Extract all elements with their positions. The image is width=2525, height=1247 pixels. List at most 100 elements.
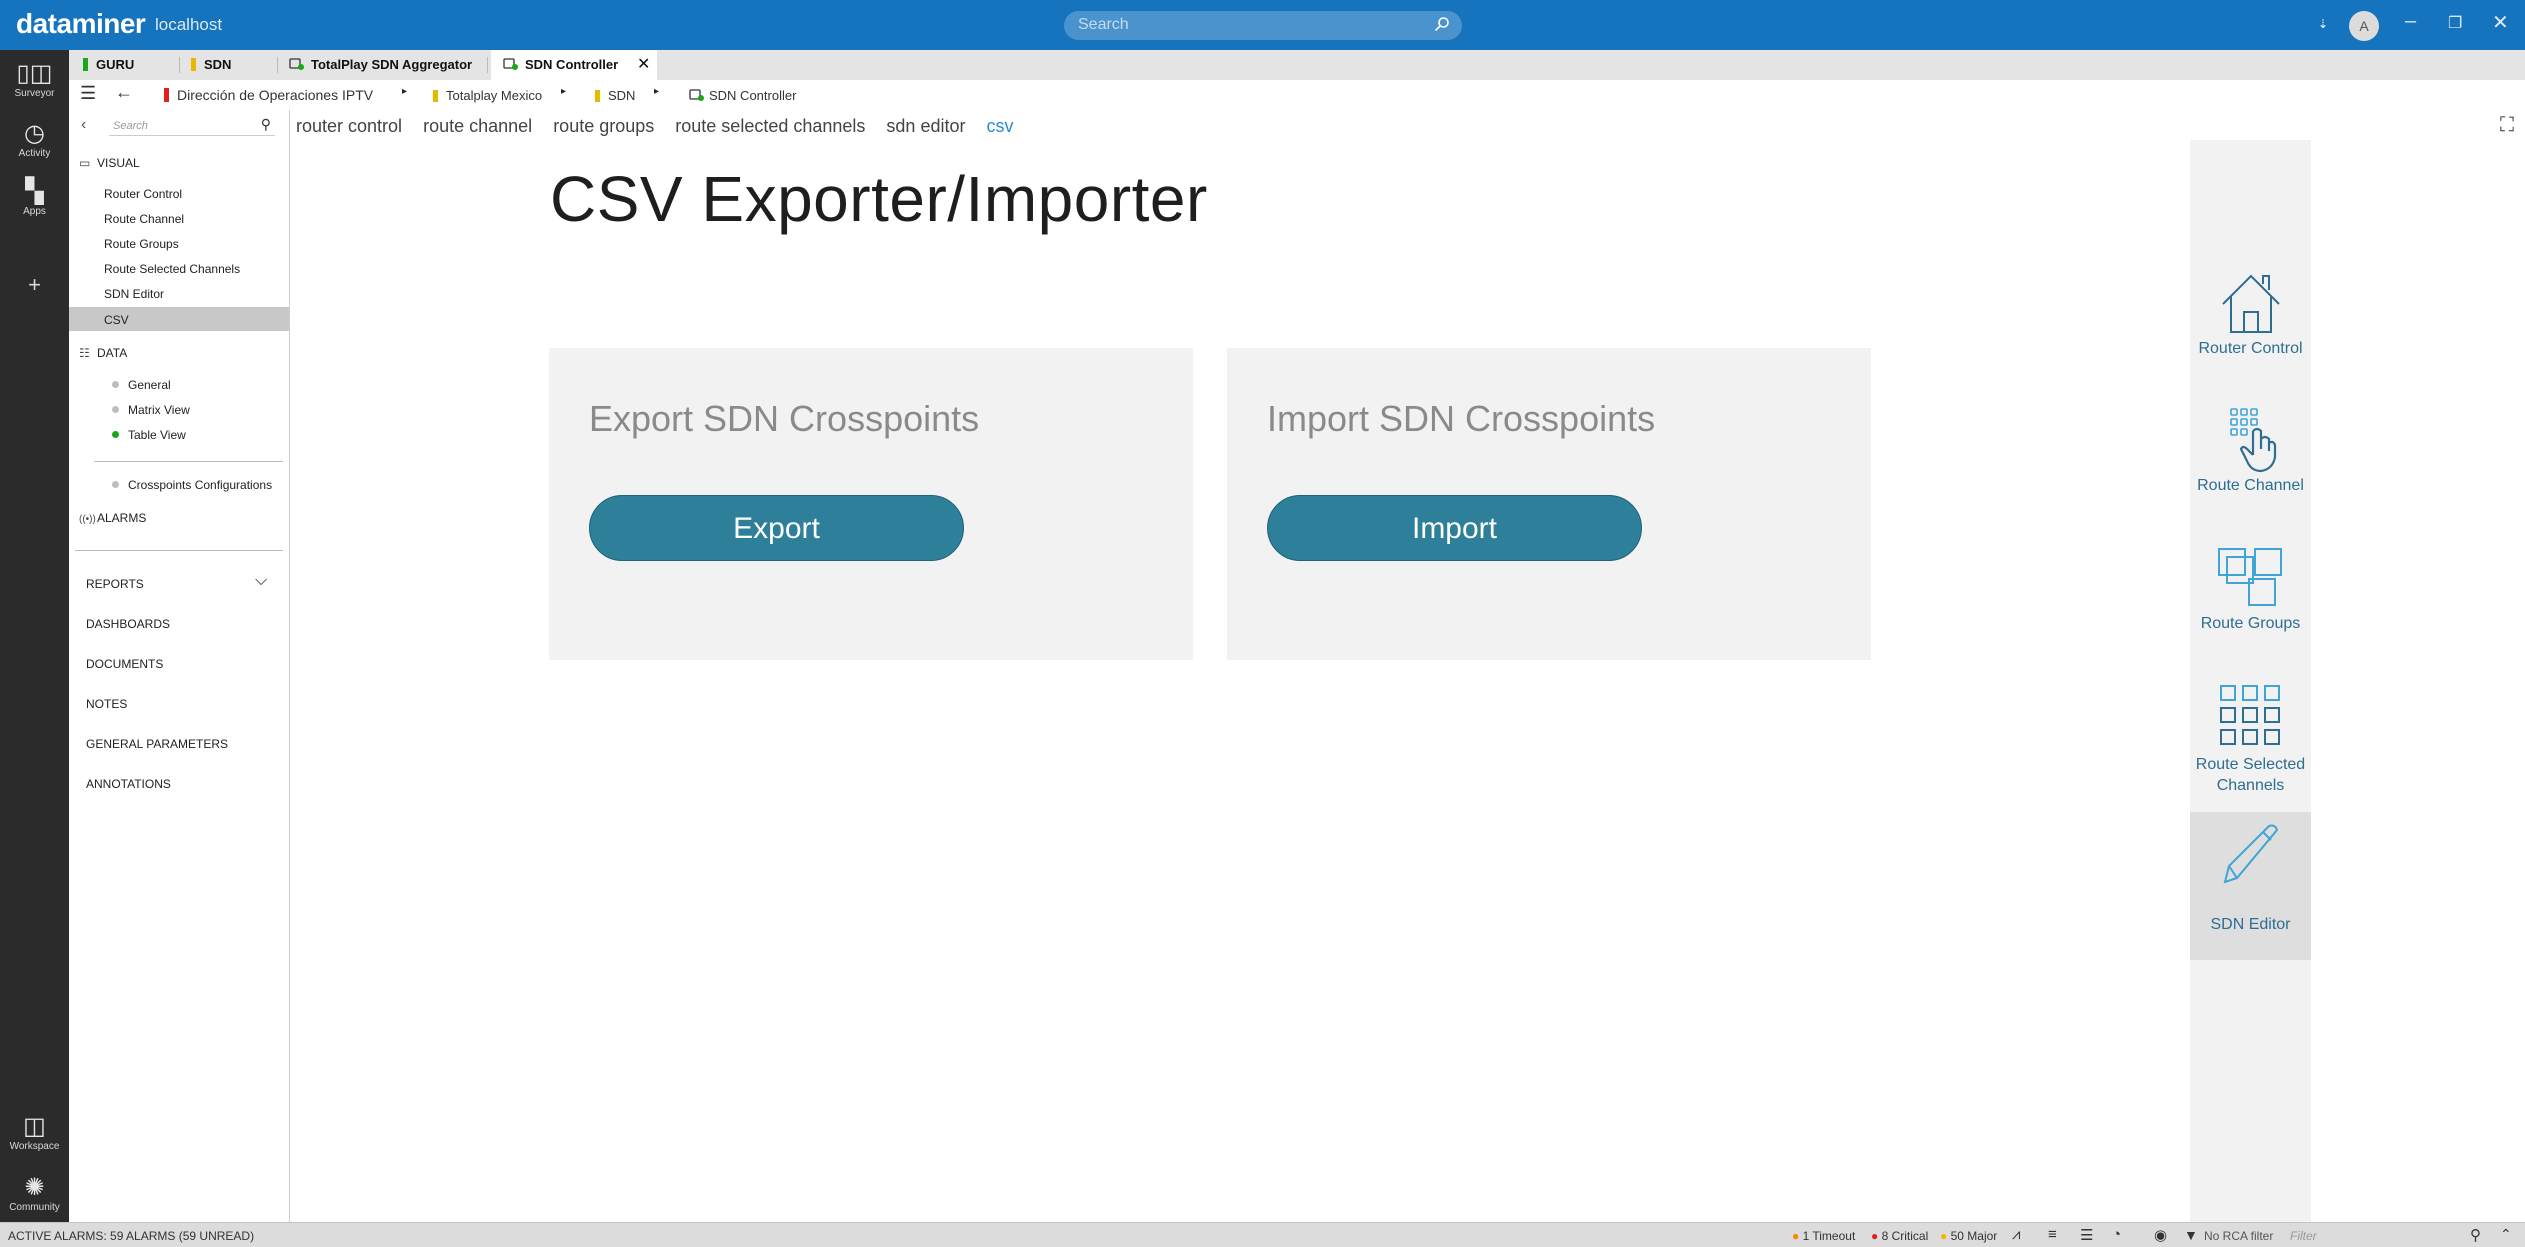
sidebar-category-general-parameters[interactable]: GENERAL PARAMETERS bbox=[86, 737, 228, 751]
tab-sdn-controller[interactable]: SDN Controller ✕ bbox=[491, 50, 657, 80]
sidebar-item-route-groups[interactable]: Route Groups bbox=[104, 237, 179, 251]
grid-icon bbox=[2219, 685, 2280, 745]
rightnav-sdn-editor[interactable]: SDN Editor bbox=[2190, 812, 2311, 960]
nav-link-route-groups[interactable]: route groups bbox=[553, 116, 654, 136]
activity-nav[interactable]: ◷ Activity bbox=[0, 120, 69, 159]
sidebar-category-dashboards[interactable]: DASHBOARDS bbox=[86, 617, 170, 631]
rightnav-route-selected-channels[interactable]: Route Selected Channels bbox=[2190, 680, 2311, 810]
surveyor-nav[interactable]: ▯◫ Surveyor bbox=[0, 60, 69, 99]
status-bar: ACTIVE ALARMS: 59 ALARMS (59 UNREAD) ● 1… bbox=[0, 1222, 2525, 1247]
chevron-right-icon[interactable]: ▸ bbox=[654, 86, 659, 97]
chevron-right-icon[interactable]: ▸ bbox=[561, 86, 566, 97]
add-icon[interactable]: + bbox=[0, 272, 69, 298]
community-nav[interactable]: ✺ Community bbox=[0, 1174, 69, 1213]
critical-count[interactable]: ● 8 Critical bbox=[1871, 1229, 1928, 1243]
nav-link-route-selected-channels[interactable]: route selected channels bbox=[675, 116, 865, 136]
sidebar-item-router-control[interactable]: Router Control bbox=[104, 187, 182, 201]
surveyor-label: Surveyor bbox=[14, 88, 55, 99]
sidebar-section-data[interactable]: ☷ DATA bbox=[79, 346, 127, 360]
active-alarms-summary[interactable]: ACTIVE ALARMS: 59 ALARMS (59 UNREAD) bbox=[8, 1229, 254, 1243]
avatar[interactable]: A bbox=[2349, 11, 2379, 41]
restore-icon[interactable]: ❐ bbox=[2448, 13, 2462, 33]
breadcrumb-label: SDN bbox=[608, 88, 636, 103]
tab-label: TotalPlay SDN Aggregator bbox=[311, 57, 473, 72]
target-icon[interactable]: ◉ bbox=[2154, 1226, 2167, 1244]
sidebar-category-notes[interactable]: NOTES bbox=[86, 697, 127, 711]
breadcrumb-item[interactable]: Totalplay Mexico bbox=[433, 88, 542, 103]
search-icon[interactable]: ⚲ bbox=[2470, 1226, 2481, 1244]
tab-sdn[interactable]: SDN bbox=[191, 50, 281, 80]
sidebar-item-route-selected-channels[interactable]: Route Selected Channels bbox=[104, 262, 240, 276]
nav-link-router-control[interactable]: router control bbox=[296, 116, 402, 136]
chevron-left-icon[interactable]: ‹ bbox=[81, 116, 86, 134]
search-input[interactable]: Search bbox=[1064, 11, 1462, 40]
breadcrumb-item[interactable]: SDN Controller bbox=[689, 88, 796, 103]
tab-divider bbox=[277, 57, 278, 73]
rightnav-label: SDN Editor bbox=[2210, 916, 2291, 933]
sliders-icon: ☷ bbox=[79, 346, 90, 360]
sidebar-item-general[interactable]: General bbox=[112, 378, 171, 392]
workspace-nav[interactable]: ◫ Workspace bbox=[0, 1113, 69, 1152]
filter-input[interactable]: Filter bbox=[2290, 1229, 2317, 1243]
major-count[interactable]: ● 50 Major bbox=[1940, 1229, 1997, 1243]
close-tab-icon[interactable]: ✕ bbox=[637, 50, 650, 80]
rightnav-label: Route Selected Channels bbox=[2195, 756, 2306, 794]
nav-link-route-channel[interactable]: route channel bbox=[423, 116, 532, 136]
collapse-icon[interactable]: ⌃ bbox=[2500, 1226, 2512, 1243]
sidebar-item-csv[interactable]: CSV bbox=[69, 307, 289, 331]
back-arrow-icon[interactable]: ← bbox=[115, 82, 133, 103]
breadcrumb-label: Totalplay Mexico bbox=[446, 88, 543, 103]
export-button[interactable]: Export bbox=[589, 495, 964, 561]
minimize-icon[interactable]: – bbox=[2405, 10, 2416, 33]
status-dot: ● bbox=[1792, 1229, 1800, 1243]
rightnav-label: Route Channel bbox=[2197, 477, 2304, 494]
breadcrumb: ☰ ← Dirección de Operaciones IPTV ▸ Tota… bbox=[69, 80, 2525, 110]
status-marker bbox=[433, 90, 438, 102]
rightnav-router-control[interactable]: Router Control bbox=[2190, 270, 2311, 380]
divider bbox=[94, 461, 283, 462]
sidebar-item-matrix-view[interactable]: Matrix View bbox=[112, 403, 190, 417]
status-marker bbox=[164, 88, 169, 102]
sidebar-item-sdn-editor[interactable]: SDN Editor bbox=[104, 287, 164, 301]
breadcrumb-label: Dirección de Operaciones IPTV bbox=[177, 87, 374, 103]
sidebar-item-crosspoints-configurations[interactable]: Crosspoints Configurations bbox=[112, 478, 272, 492]
tab-guru[interactable]: GURU bbox=[83, 50, 183, 80]
rightnav-label: Route Groups bbox=[2200, 615, 2301, 632]
breadcrumb-item[interactable]: Dirección de Operaciones IPTV bbox=[164, 87, 373, 103]
sidebar-category-documents[interactable]: DOCUMENTS bbox=[86, 657, 163, 671]
sidebar-section-visual[interactable]: ▭ VISUAL bbox=[79, 156, 140, 170]
chart-icon[interactable]: ⩘ bbox=[2012, 1226, 2020, 1243]
close-icon[interactable]: ✕ bbox=[2492, 10, 2509, 35]
sidebar-category-annotations[interactable]: ANNOTATIONS bbox=[86, 777, 171, 791]
item-label: Crosspoints Configurations bbox=[128, 478, 273, 492]
dropdown-arrow-icon[interactable]: ⇣ bbox=[2318, 17, 2328, 31]
tab-totalplay-aggregator[interactable]: TotalPlay SDN Aggregator bbox=[289, 50, 489, 80]
import-button[interactable]: Import bbox=[1267, 495, 1642, 561]
chevron-down-icon[interactable]: ⌵ bbox=[255, 572, 267, 590]
rightnav-route-channel[interactable]: Route Channel bbox=[2190, 405, 2311, 525]
sidebar-item-route-channel[interactable]: Route Channel bbox=[104, 212, 184, 226]
sidebar-item-table-view[interactable]: Table View bbox=[112, 428, 186, 442]
hamburger-icon[interactable]: ☰ bbox=[80, 83, 96, 104]
tab-bar: GURU SDN TotalPlay SDN Aggregator SDN Co… bbox=[69, 50, 2525, 80]
breadcrumb-item[interactable]: SDN bbox=[595, 88, 635, 103]
section-label: ALARMS bbox=[97, 511, 147, 525]
apps-nav[interactable]: ▚ Apps bbox=[0, 178, 69, 217]
filter-icon[interactable]: ▼ bbox=[2184, 1227, 2198, 1243]
chevron-right-icon[interactable]: ▸ bbox=[402, 86, 407, 97]
nav-link-sdn-editor[interactable]: sdn editor bbox=[886, 116, 965, 136]
sidebar-search-input[interactable]: Search ⚲ bbox=[109, 114, 275, 136]
sidebar-category-reports[interactable]: REPORTS bbox=[86, 577, 144, 591]
tab-divider bbox=[487, 57, 488, 73]
monitor-icon: ▭ bbox=[79, 156, 91, 170]
section-label: VISUAL bbox=[97, 156, 140, 170]
rca-filter-label[interactable]: No RCA filter bbox=[2204, 1229, 2273, 1243]
pie-icon[interactable]: ◔ bbox=[2112, 1226, 2121, 1243]
nav-link-csv[interactable]: csv bbox=[987, 116, 1014, 136]
timeout-count[interactable]: ● 1 Timeout bbox=[1792, 1229, 1855, 1243]
sidebar-section-alarms[interactable]: ((•))ALARMS bbox=[79, 511, 146, 525]
list-icon[interactable]: ≡ bbox=[2048, 1226, 2057, 1243]
sort-icon[interactable]: ☰ bbox=[2080, 1226, 2093, 1244]
fullscreen-icon[interactable]: ⛶ bbox=[2500, 114, 2514, 137]
rightnav-route-groups[interactable]: Route Groups bbox=[2190, 545, 2311, 665]
